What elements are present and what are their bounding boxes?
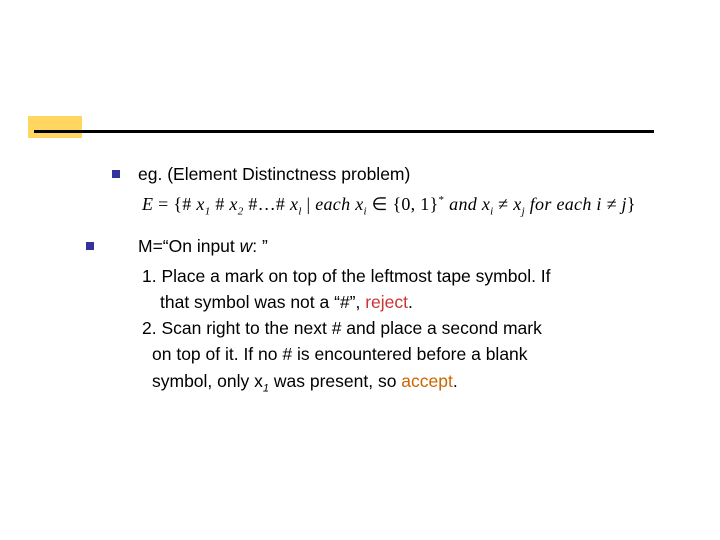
accept-word: accept <box>401 371 453 391</box>
formula-E: E <box>142 194 153 214</box>
b2-prefix: M=“On input <box>138 236 240 256</box>
step2-l5b: was present, so <box>269 371 401 391</box>
b2-var: w <box>240 236 253 256</box>
square-bullet-icon <box>112 170 120 178</box>
step-2-line-1: 2. Scan right to the next # and place a … <box>142 316 702 340</box>
formula-each: each <box>315 194 355 214</box>
formula-h1: # <box>211 194 230 214</box>
formula-ineqj: i ≠ j <box>596 194 626 214</box>
formula-x1: x <box>196 194 204 214</box>
formula-dots: #…# <box>244 194 291 214</box>
formula-foreach: for each <box>525 194 596 214</box>
formula-in: ∈ <box>367 194 393 214</box>
bullet-1-text: eg. (Element Distinctness problem) <box>138 162 702 186</box>
accent-box <box>28 116 82 138</box>
formula-bar: | <box>302 194 316 214</box>
step1-l2b: . <box>408 292 413 312</box>
formula-xj: x <box>513 194 521 214</box>
formula-line: E = {# x1 # x2 #…# xl | each xi ∈ {0, 1}… <box>142 192 702 220</box>
formula-and: and <box>444 194 482 214</box>
content-area: eg. (Element Distinctness problem) E = {… <box>112 162 702 398</box>
horizontal-rule <box>34 130 654 133</box>
formula-set: {0, 1} <box>392 194 438 214</box>
reject-word: reject <box>365 292 408 312</box>
step2-l5c: . <box>453 371 458 391</box>
square-bullet-icon <box>86 242 94 250</box>
bullet-2-text: M=“On input w: ” <box>138 234 702 258</box>
bullet-row-1: eg. (Element Distinctness problem) <box>112 162 702 186</box>
steps-block: 1. Place a mark on top of the leftmost t… <box>142 264 702 396</box>
b2-suffix: : ” <box>252 236 268 256</box>
formula-neq: ≠ <box>494 194 514 214</box>
formula-xi2: x <box>482 194 490 214</box>
formula-x2: x <box>229 194 237 214</box>
slide: eg. (Element Distinctness problem) E = {… <box>0 0 720 540</box>
step-2-line-3: symbol, only x1 was present, so accept. <box>142 369 702 397</box>
step2-var: x <box>254 371 263 391</box>
formula-open: {# <box>173 194 196 214</box>
bullet-row-2: M=“On input w: ” <box>112 234 702 258</box>
step2-l5a: symbol, only <box>152 371 254 391</box>
step-1-line-2: that symbol was not a “#”, reject. <box>142 290 702 314</box>
formula-close: } <box>627 194 636 214</box>
step1-l2a: that symbol was not a “#”, <box>160 292 365 312</box>
step-1-line-1: 1. Place a mark on top of the leftmost t… <box>142 264 702 288</box>
formula-eq: = <box>153 194 173 214</box>
step-2-line-2: on top of it. If no # is encountered bef… <box>142 342 702 366</box>
